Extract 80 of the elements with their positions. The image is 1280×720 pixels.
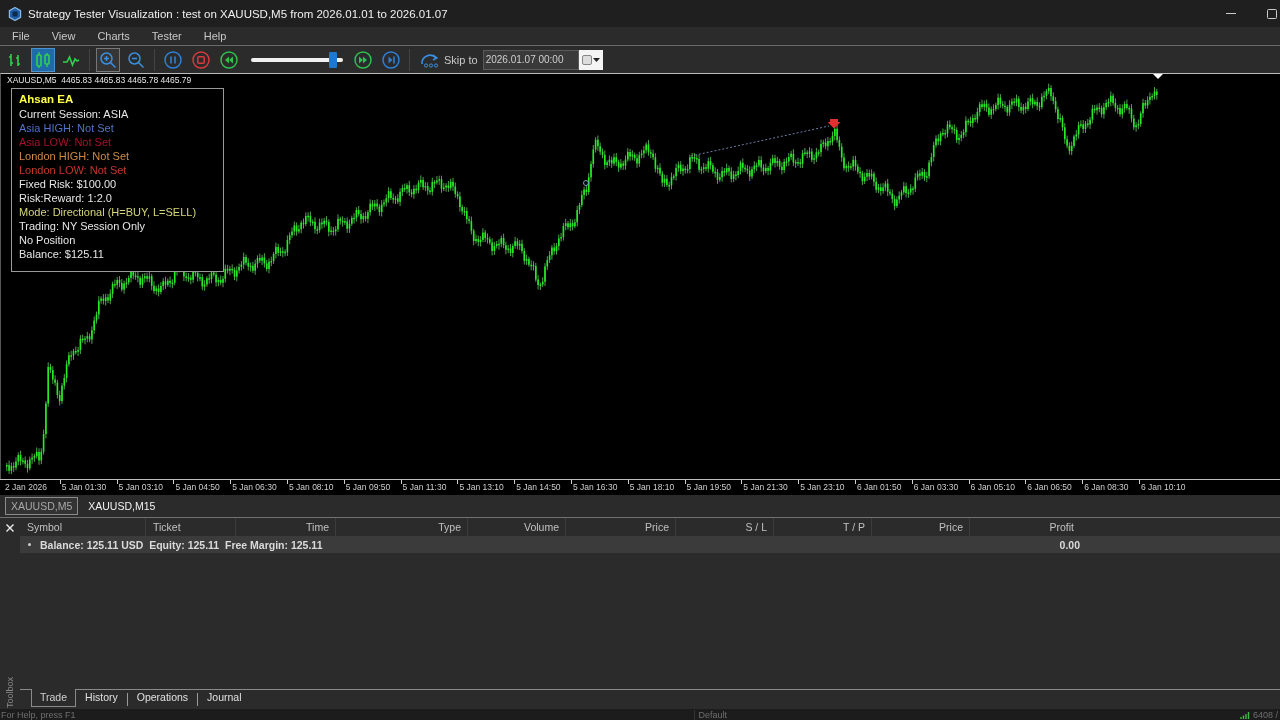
calendar-dropdown-button[interactable] <box>578 49 603 70</box>
trade-arrow-icon <box>827 119 841 129</box>
axis-label: 5 Jan 04:50 <box>173 480 231 495</box>
chart-tab[interactable]: XAUUSD,M5 <box>5 497 79 515</box>
balance-row[interactable]: Balance: 125.11 USD Equity: 125.11 Free Margin: 125.11 0.00 <box>20 536 1280 553</box>
axis-label: 5 Jan 01:30 <box>59 480 117 495</box>
axis-label: 6 Jan 08:30 <box>1082 480 1139 495</box>
axis-label: 5 Jan 19:50 <box>684 480 742 495</box>
minimize-icon <box>1226 13 1236 14</box>
signal-icon <box>1239 711 1250 719</box>
skip-to-button[interactable]: Skip to <box>418 49 480 70</box>
app-icon <box>8 6 22 21</box>
close-icon <box>6 524 14 532</box>
zoom-in-button[interactable] <box>96 47 120 72</box>
toolbox-tab[interactable]: Trade <box>31 689 77 707</box>
axis-label: 6 Jan 03:30 <box>911 480 969 495</box>
fast-forward-icon <box>354 50 372 69</box>
zoom-in-icon <box>99 50 117 69</box>
axis-label: 6 Jan 06:50 <box>1025 480 1083 495</box>
caret-icon <box>592 57 600 62</box>
info-line: Balance: $125.11 <box>19 247 105 261</box>
menu-item[interactable]: File <box>5 28 37 44</box>
profit-cell-text: 0.00 <box>1058 538 1080 551</box>
slider-thumb[interactable] <box>328 51 337 68</box>
axis-label: 5 Jan 08:10 <box>287 480 344 495</box>
info-line: Trading: NY Session Only <box>19 219 146 233</box>
column-header[interactable]: Profit <box>970 518 1080 536</box>
balance-summary: Balance: 125.11 USD Equity: 125.11 Free Margin: 125.11 <box>40 538 323 551</box>
toolbox-tab[interactable]: Journal <box>198 689 251 707</box>
toolbox-tab[interactable]: Operations <box>127 689 198 707</box>
info-line: London LOW: Not Set <box>19 163 128 177</box>
candlestick-icon <box>34 50 52 69</box>
maximize-icon <box>1267 8 1277 19</box>
axis-label: 5 Jan 11:30 <box>400 480 458 495</box>
info-line: London HIGH: Not Set <box>19 149 131 163</box>
axis-label: 5 Jan 06:30 <box>230 480 287 495</box>
menu-item[interactable]: Tester <box>144 28 189 44</box>
info-line: Asia HIGH: Not Set <box>19 121 115 135</box>
step-to-end-icon <box>382 50 400 69</box>
axis-label: 5 Jan 03:10 <box>116 480 174 495</box>
chart-tab[interactable]: XAUUSD,M15 <box>82 497 162 515</box>
axis-label: 5 Jan 14:50 <box>514 480 571 495</box>
info-line: Risk:Reward: 1:2.0 <box>19 191 113 205</box>
axis-label: 6 Jan 01:50 <box>854 480 912 495</box>
calendar-icon <box>581 54 592 65</box>
axis-label: 6 Jan 10:10 <box>1138 480 1196 495</box>
date-field[interactable]: 2026.01.07 00:00 <box>482 49 579 70</box>
axis-label: 5 Jan 16:30 <box>570 480 628 495</box>
info-line: Current Session: ASIA <box>19 107 130 121</box>
bullet-icon <box>28 543 31 546</box>
info-title: Ahsan EA <box>19 92 75 107</box>
window-title: Strategy Tester Visualization : test on XAUUSD,M5 from 2026.01.01 to 2026.01.07 <box>28 7 448 20</box>
toolbox-tab[interactable]: History <box>76 689 127 707</box>
menu-item[interactable]: Charts <box>90 28 137 44</box>
info-line: No Position <box>19 233 77 247</box>
axis-label: 2 Jan 2026 <box>4 481 49 494</box>
speed-slider[interactable] <box>251 51 343 68</box>
stop-icon <box>192 50 210 69</box>
info-line: Asia LOW: Not Set <box>19 135 113 149</box>
rewind-icon <box>220 50 238 69</box>
toolbox-label: Toolbox <box>5 676 15 708</box>
axis-label: 5 Jan 18:10 <box>627 480 685 495</box>
entry-marker-icon <box>583 180 589 186</box>
pause-icon <box>164 50 182 69</box>
axis-label: 5 Jan 21:30 <box>741 480 799 495</box>
candlestick-chart-button[interactable] <box>31 47 55 72</box>
skip-icon <box>420 51 440 68</box>
status-help-text: For Help, press F1 <box>0 710 76 720</box>
info-line: Mode: Directional (H=BUY, L=SELL) <box>19 205 198 219</box>
axis-label: 5 Jan 09:50 <box>343 480 401 495</box>
axis-label: 5 Jan 13:10 <box>457 480 515 495</box>
connection-status: 6408 / <box>1252 710 1279 720</box>
zoom-out-icon <box>127 50 145 69</box>
menu-item[interactable]: View <box>44 28 83 44</box>
axis-label: 5 Jan 23:10 <box>798 480 855 495</box>
axis-label: 6 Jan 05:10 <box>968 480 1026 495</box>
info-line: Fixed Risk: $100.00 <box>19 177 118 191</box>
status-profile: Default <box>693 710 728 720</box>
chart-header: XAUUSD,M5 4465.83 4465.83 4465.78 4465.79 <box>7 75 192 85</box>
menu-item[interactable]: Help <box>196 28 234 44</box>
